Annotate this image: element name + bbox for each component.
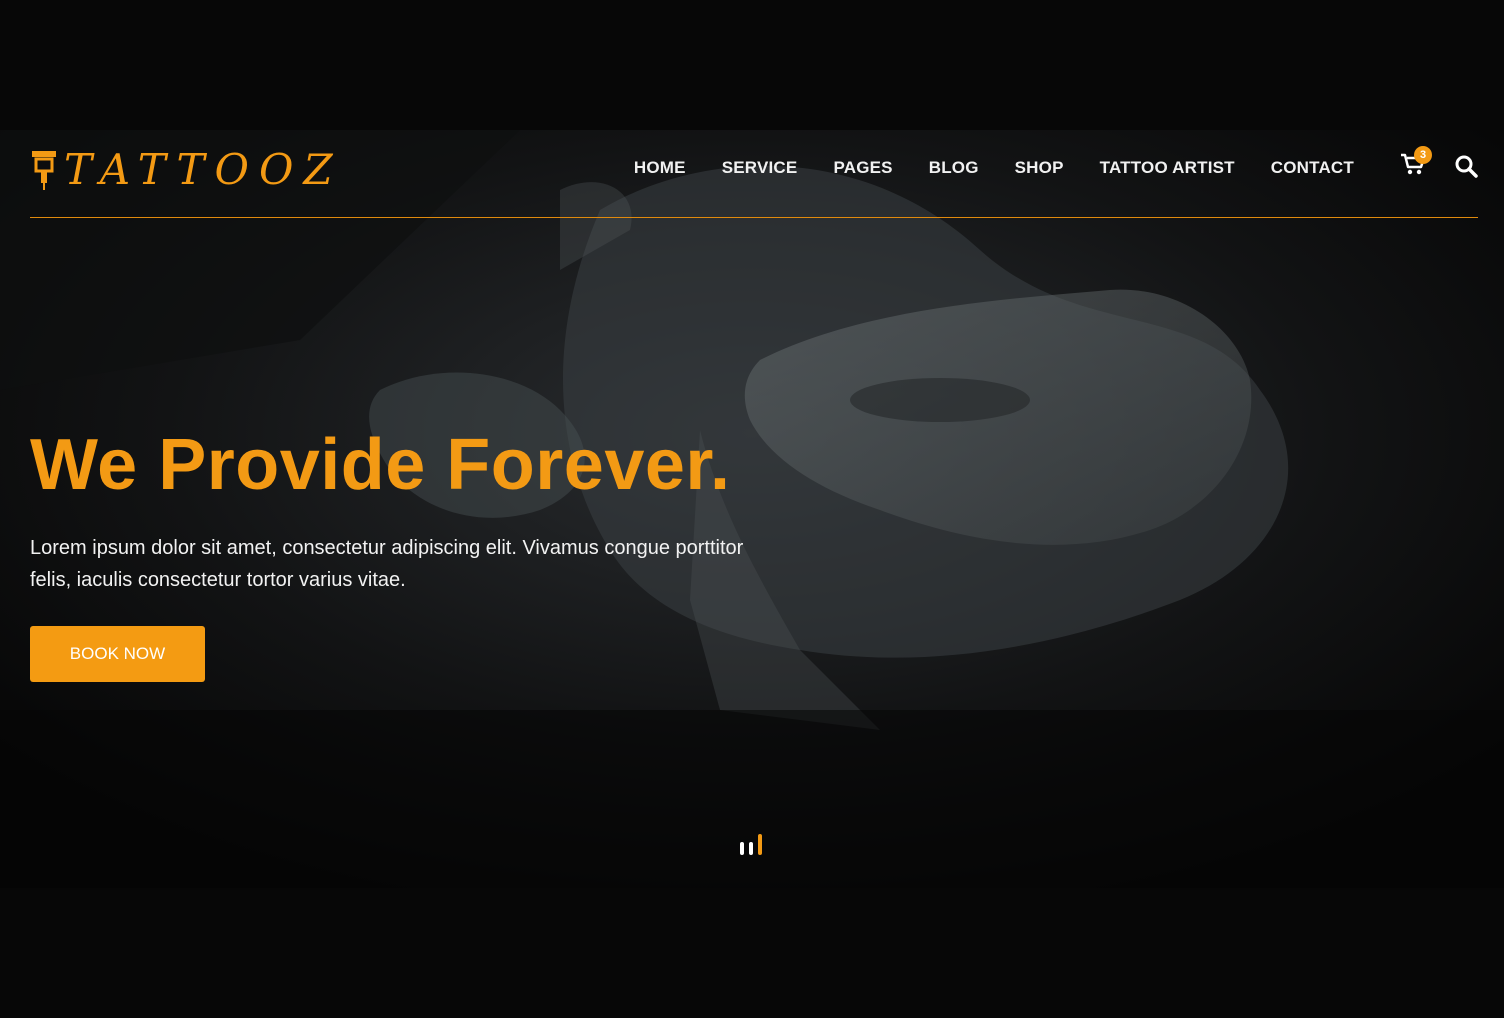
page-frame: TATTOOZ HOME SERVICE PAGES BLOG SHOP TAT… xyxy=(0,0,1504,1018)
site-header: TATTOOZ HOME SERVICE PAGES BLOG SHOP TAT… xyxy=(30,130,1478,218)
nav-item-pages[interactable]: PAGES xyxy=(833,158,892,178)
book-now-button[interactable]: BOOK NOW xyxy=(30,626,205,682)
slider-dot-2[interactable] xyxy=(749,842,753,855)
hero-headline: We Provide Forever. xyxy=(30,425,731,505)
cart-button[interactable]: 3 xyxy=(1400,146,1432,178)
hero-section: TATTOOZ HOME SERVICE PAGES BLOG SHOP TAT… xyxy=(0,130,1504,888)
logo-text: TATTOOZ xyxy=(64,144,343,194)
nav-item-home[interactable]: HOME xyxy=(634,158,686,178)
site-logo[interactable]: TATTOOZ xyxy=(30,144,343,194)
nav-item-contact[interactable]: CONTACT xyxy=(1271,158,1354,178)
main-navigation: HOME SERVICE PAGES BLOG SHOP TATTOO ARTI… xyxy=(634,158,1354,178)
search-button[interactable] xyxy=(1454,154,1478,178)
nav-item-shop[interactable]: SHOP xyxy=(1015,158,1064,178)
tattoo-machine-icon xyxy=(32,151,56,190)
cart-count-badge: 3 xyxy=(1414,146,1432,164)
search-icon xyxy=(1455,155,1478,178)
hero-lead-text: Lorem ipsum dolor sit amet, consectetur … xyxy=(30,537,744,591)
slider-pagination xyxy=(740,833,762,855)
slider-dot-1[interactable] xyxy=(740,842,744,855)
slider-dot-3[interactable] xyxy=(758,834,762,855)
nav-item-tattoo-artist[interactable]: TATTOO ARTIST xyxy=(1100,158,1235,178)
nav-item-blog[interactable]: BLOG xyxy=(929,158,979,178)
nav-item-service[interactable]: SERVICE xyxy=(722,158,798,178)
